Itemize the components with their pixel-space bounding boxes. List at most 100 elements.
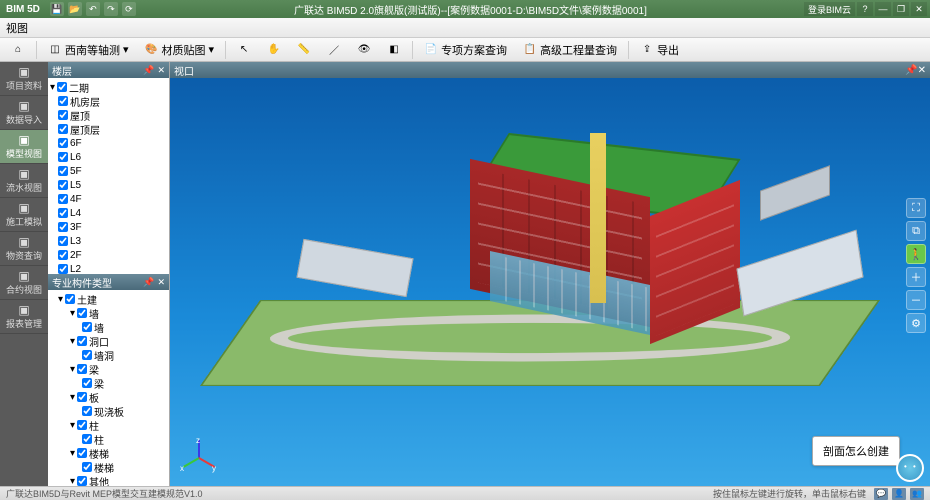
window-buttons: 登录BIM云 ? — ❐ ✕ [801,2,930,16]
pointer-icon: ↖ [237,43,251,57]
tree-item[interactable]: L2 [50,262,167,274]
export-button[interactable]: ⇪导出 [633,40,686,60]
minimize-icon[interactable]: — [875,2,891,16]
tool-pan[interactable]: ✋ [260,40,288,60]
tree-item[interactable]: ▾ 柱 [50,418,167,432]
tree-item[interactable]: 楼梯 [50,460,167,474]
palette-icon: 🎨 [145,43,159,57]
nav-item[interactable]: ▣报表管理 [0,300,48,334]
side-panels: 楼层 📌✕ ▾ 二期 机房层 屋顶 屋顶层 6F L6 5F L5 4F L4 … [48,62,170,486]
tree-item[interactable]: 2F [50,248,167,262]
pin-icon[interactable]: 📌 [143,65,154,76]
chevron-down-icon: ▾ [209,43,215,56]
floor-tree[interactable]: ▾ 二期 机房层 屋顶 屋顶层 6F L6 5F L5 4F L4 3F L3 … [48,78,169,274]
tree-item[interactable]: ▾ 二期 [50,80,167,94]
title-bar: BIM 5D 💾 📂 ↶ ↷ ⟳ 广联达 BIM5D 2.0旗舰版(测试版)--… [0,0,930,18]
redo-icon[interactable]: ↷ [104,2,118,16]
pin-icon[interactable]: 📌 [143,277,154,288]
axis-y [183,457,200,468]
tree-item[interactable]: L5 [50,178,167,192]
nav-item[interactable]: ▣流水视图 [0,164,48,198]
help-icon[interactable]: ? [857,2,873,16]
chevron-down-icon: ▾ [123,43,129,56]
user-icon[interactable]: 👤 [892,488,906,500]
panel-header-floors: 楼层 📌✕ [48,62,169,78]
chat-icon[interactable]: 💬 [874,488,888,500]
assistant-avatar[interactable] [896,454,924,482]
tree-item[interactable]: ▾ 土建 [50,292,167,306]
axis-dropdown[interactable]: ◫西南等轴测▾ [41,40,136,60]
plan-query-button[interactable]: 📄专项方案查询 [417,40,514,60]
tree-item[interactable]: 梁 [50,376,167,390]
maximize-icon[interactable]: ❐ [893,2,909,16]
tree-item[interactable]: ▾ 梁 [50,362,167,376]
fullscreen-icon[interactable]: ⛶ [906,198,926,218]
pin-icon[interactable]: 📌 [905,65,917,76]
tree-item[interactable]: 墙 [50,320,167,334]
axis-gizmo: z y x [178,438,218,478]
walk-icon[interactable]: 🚶 [906,244,926,264]
tool-eye[interactable]: 👁 [350,40,378,60]
tree-item[interactable]: 墙洞 [50,348,167,362]
tree-item[interactable]: L3 [50,234,167,248]
login-button[interactable]: 登录BIM云 [804,2,855,16]
tree-item[interactable]: ▾ 楼梯 [50,446,167,460]
tree-item[interactable]: 屋顶层 [50,122,167,136]
tree-item[interactable]: 6F [50,136,167,150]
tree-item[interactable]: L6 [50,150,167,164]
tool-line[interactable]: ／ [320,40,348,60]
panel-header-components: 专业构件类型 📌✕ [48,274,169,290]
tool-section[interactable]: ◧ [380,40,408,60]
tree-item[interactable]: L4 [50,206,167,220]
tree-item[interactable]: ▾ 洞口 [50,334,167,348]
close-panel-icon[interactable]: ✕ [918,65,926,76]
tree-item[interactable]: 5F [50,164,167,178]
ruler-icon: 📏 [297,43,311,57]
tool-select[interactable]: ↖ [230,40,258,60]
3d-scene[interactable]: z y x ⛶ ⧉ 🚶 ＋ － ⚙ 剖面怎么创建 [170,78,930,486]
users-icon[interactable]: 👥 [910,488,924,500]
tool-measure[interactable]: 📏 [290,40,318,60]
aux-building-back [760,165,830,220]
open-icon[interactable]: 📂 [68,2,82,16]
close-panel-icon[interactable]: ✕ [157,277,165,288]
tree-item[interactable]: 柱 [50,432,167,446]
quantity-query-button[interactable]: 📋高级工程量查询 [516,40,624,60]
tree-item[interactable]: 屋顶 [50,108,167,122]
left-nav: ▣项目资料▣数据导入▣模型视图▣流水视图▣施工模拟▣物资查询▣合约视图▣报表管理 [0,62,48,486]
nav-item[interactable]: ▣数据导入 [0,96,48,130]
close-panel-icon[interactable]: ✕ [157,65,165,76]
tree-item[interactable]: 机房层 [50,94,167,108]
close-icon[interactable]: ✕ [911,2,927,16]
undo-icon[interactable]: ↶ [86,2,100,16]
quick-access-toolbar: 💾 📂 ↶ ↷ ⟳ [46,2,140,16]
nav-item[interactable]: ▣施工模拟 [0,198,48,232]
nav-item[interactable]: ▣合约视图 [0,266,48,300]
texture-dropdown[interactable]: 🎨材质贴图▾ [138,40,222,60]
status-left: 广联达BIM5D与Revit MEP模型交互建模规范V1.0 [6,487,203,500]
home-button[interactable]: ⌂ [4,40,32,60]
save-icon[interactable]: 💾 [50,2,64,16]
refresh-icon[interactable]: ⟳ [122,2,136,16]
section-icon: ◧ [387,43,401,57]
export-icon: ⇪ [640,43,654,57]
gear-icon[interactable]: ⚙ [906,313,926,333]
tree-item[interactable]: 3F [50,220,167,234]
component-tree[interactable]: ▾ 土建▾ 墙 墙▾ 洞口 墙洞▾ 梁 梁▾ 板 现浇板▾ 柱 柱▾ 楼梯 楼梯… [48,290,169,486]
copy-icon[interactable]: ⧉ [906,221,926,241]
doc-icon: 📄 [424,43,438,57]
tree-item[interactable]: ▾ 墙 [50,306,167,320]
tree-item[interactable]: 4F [50,192,167,206]
tree-item[interactable]: 现浇板 [50,404,167,418]
view-tools: ⛶ ⧉ 🚶 ＋ － ⚙ [906,198,926,333]
nav-item[interactable]: ▣物资查询 [0,232,48,266]
toolbar: ⌂ ◫西南等轴测▾ 🎨材质贴图▾ ↖ ✋ 📏 ／ 👁 ◧ 📄专项方案查询 📋高级… [0,38,930,62]
list-icon: 📋 [523,43,537,57]
nav-item[interactable]: ▣项目资料 [0,62,48,96]
tree-item[interactable]: ▾ 其他 [50,474,167,486]
zoom-out-icon[interactable]: － [906,290,926,310]
menu-view[interactable]: 视图 [6,20,28,36]
tree-item[interactable]: ▾ 板 [50,390,167,404]
nav-item[interactable]: ▣模型视图 [0,130,48,164]
zoom-in-icon[interactable]: ＋ [906,267,926,287]
